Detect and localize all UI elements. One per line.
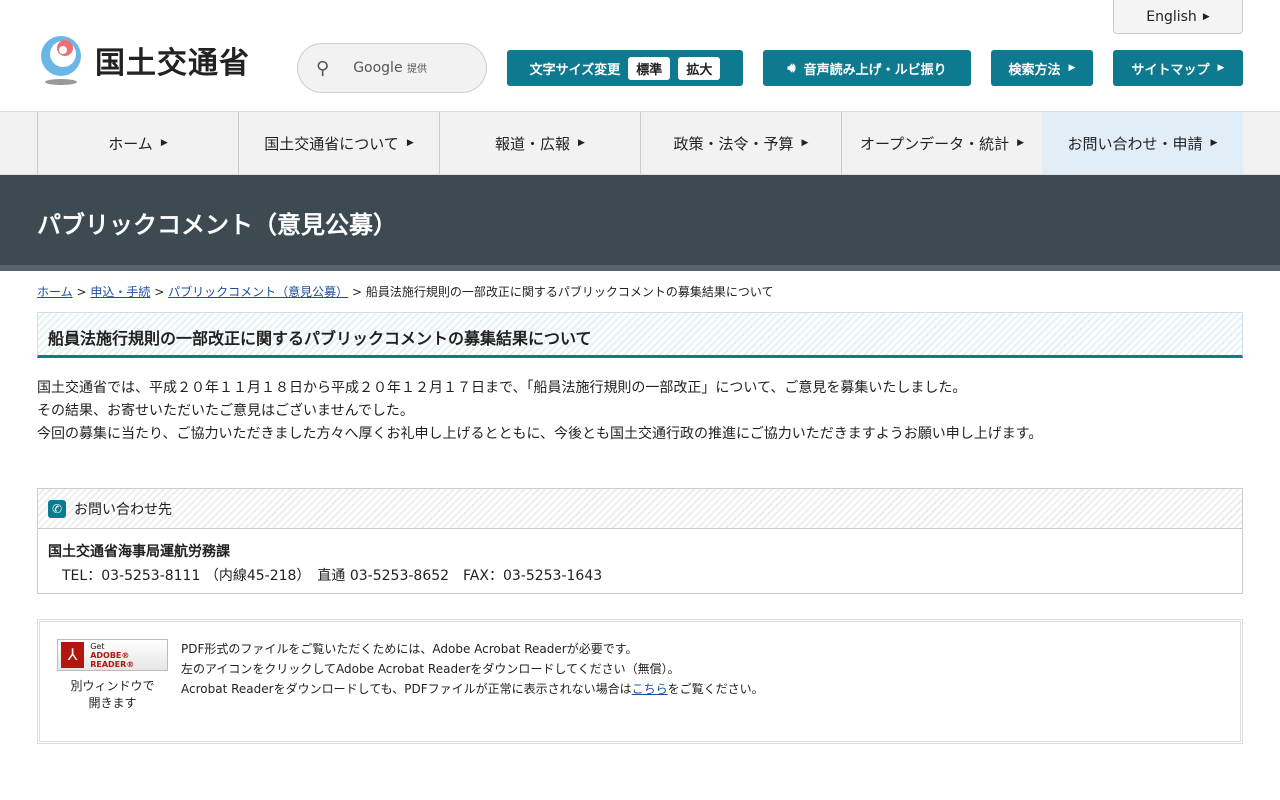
- pdf-line: Acrobat Readerをダウンロードしても、PDFファイルが正常に表示され…: [181, 682, 632, 696]
- search-method-label: 検索方法: [1008, 62, 1061, 78]
- global-nav: ホーム ▶ 国土交通省について ▶ 報道・広報 ▶ 政策・法令・予算 ▶ オープンデータ…: [0, 111, 1280, 175]
- font-size-label: 文字サイズ変更: [529, 62, 621, 78]
- breadcrumb-sep: >: [154, 285, 165, 299]
- page-title: 船員法施行規則の一部改正に関するパブリックコメントの募集結果について: [37, 312, 1243, 358]
- paragraph: 国土交通省では、平成２０年１１月１８日から平成２０年１２月１７日まで、「船員法施…: [37, 380, 967, 396]
- pdf-caption: 別ウィンドウで 開きます: [57, 678, 168, 712]
- help-link[interactable]: こちら: [632, 682, 668, 696]
- contact-tel: TEL：03-5253-8111 （内線45-218） 直通 03-5253-8…: [62, 568, 603, 584]
- nav-label: 国土交通省について: [264, 134, 399, 153]
- search-icon: ⚲: [316, 57, 330, 79]
- english-label: English: [1146, 8, 1197, 25]
- english-link[interactable]: English ▶: [1113, 0, 1243, 34]
- paragraph: その結果、お寄せいただいたご意見はございませんでした。: [37, 403, 414, 419]
- mlit-logo-icon: [37, 34, 85, 86]
- contact-heading: お問い合わせ先: [74, 501, 172, 518]
- font-large-button[interactable]: 拡大: [678, 56, 721, 80]
- google-search-box[interactable]: ⚲ Google 提供: [297, 43, 487, 93]
- font-size-control: 文字サイズ変更 標準 拡大: [507, 50, 743, 86]
- body-text: 国土交通省では、平成２０年１１月１８日から平成２０年１２月１７日まで、「船員法施…: [37, 377, 1042, 446]
- caption-line: 別ウィンドウで: [70, 679, 155, 693]
- get-adobe-reader-button[interactable]: ⅄ Get ADOBE® READER®: [57, 639, 168, 671]
- pdf-line: PDF形式のファイルをご覧いただくためには、Adobe Acrobat Read…: [181, 642, 638, 656]
- google-label: Google: [353, 60, 403, 76]
- triangle-icon: ▶: [406, 138, 414, 148]
- pdf-line: をご覧ください。: [667, 682, 764, 696]
- nav-label: お問い合わせ・申請: [1067, 134, 1203, 153]
- triangle-icon: ▶: [1202, 11, 1210, 22]
- nav-label: ホーム: [108, 134, 153, 153]
- section-banner: パブリックコメント（意見公募）: [0, 175, 1280, 271]
- breadcrumb: ホーム > 申込・手続 > パブリックコメント（意見公募） > 船員法施行規則の…: [37, 283, 773, 300]
- triangle-icon: ▶: [1217, 63, 1225, 73]
- triangle-icon: ▶: [1210, 138, 1218, 148]
- pdf-line: 左のアイコンをクリックしてAdobe Acrobat Readerをダウンロード…: [181, 662, 680, 676]
- search-method-button[interactable]: 検索方法 ▶: [991, 50, 1093, 86]
- contact-org: 国土交通省海事局運航労務課: [48, 544, 230, 560]
- pdf-notice: ⅄ Get ADOBE® READER® 別ウィンドウで 開きます PDF形式のファ…: [37, 619, 1243, 744]
- nav-label: 報道・広報: [495, 134, 571, 153]
- triangle-icon: ▶: [801, 138, 809, 148]
- paragraph: 今回の募集に当たり、ご協力いただきました方々へ厚くお礼申し上げるとともに、今後と…: [37, 426, 1043, 442]
- speech-label: 音声読み上げ・ルビ振り: [803, 62, 947, 78]
- breadcrumb-current: 船員法施行規則の一部改正に関するパブリックコメントの募集結果について: [365, 285, 774, 299]
- breadcrumb-public-comment[interactable]: パブリックコメント（意見公募）: [168, 285, 348, 299]
- contact-box: ✆ お問い合わせ先 国土交通省海事局運航労務課 TEL：03-5253-8111 …: [37, 488, 1243, 594]
- nav-policy[interactable]: 政策・法令・予算 ▶: [640, 112, 841, 174]
- pdf-text: PDF形式のファイルをご覧いただくためには、Adobe Acrobat Read…: [181, 639, 764, 699]
- font-standard-button[interactable]: 標準: [628, 56, 671, 80]
- provided-label: 提供: [407, 64, 428, 75]
- logo-text: 国土交通省: [95, 46, 250, 81]
- nav-label: 政策・法令・予算: [673, 134, 794, 153]
- nav-contact[interactable]: お問い合わせ・申請 ▶: [1042, 112, 1243, 174]
- sitemap-button[interactable]: サイトマップ ▶: [1113, 50, 1243, 86]
- triangle-icon: ▶: [578, 138, 585, 148]
- breadcrumb-sep: >: [351, 285, 362, 299]
- badge-get: Get: [90, 641, 105, 651]
- triangle-icon: ▶: [1068, 63, 1076, 73]
- triangle-icon: ▶: [160, 138, 168, 148]
- nav-opendata[interactable]: オープンデータ・統計 ▶: [841, 112, 1042, 174]
- logo[interactable]: 国土交通省: [37, 34, 250, 86]
- acrobat-icon: ⅄: [61, 642, 85, 668]
- nav-press[interactable]: 報道・広報 ▶: [439, 112, 640, 174]
- caption-line: 開きます: [88, 696, 137, 710]
- breadcrumb-sep: >: [76, 285, 87, 299]
- speech-button[interactable]: 🔊︎ 音声読み上げ・ルビ振り: [763, 50, 971, 86]
- sitemap-label: サイトマップ: [1131, 62, 1210, 78]
- nav-about[interactable]: 国土交通省について ▶: [238, 112, 439, 174]
- speaker-icon: 🔊︎: [787, 60, 796, 76]
- badge-name: ADOBE® READER®: [90, 650, 135, 669]
- triangle-icon: ▶: [1017, 138, 1025, 148]
- breadcrumb-procedures[interactable]: 申込・手続: [90, 285, 150, 299]
- breadcrumb-home[interactable]: ホーム: [37, 285, 73, 299]
- nav-label: オープンデータ・統計: [859, 134, 1010, 153]
- phone-icon: ✆: [48, 499, 66, 518]
- nav-home[interactable]: ホーム ▶: [37, 112, 238, 174]
